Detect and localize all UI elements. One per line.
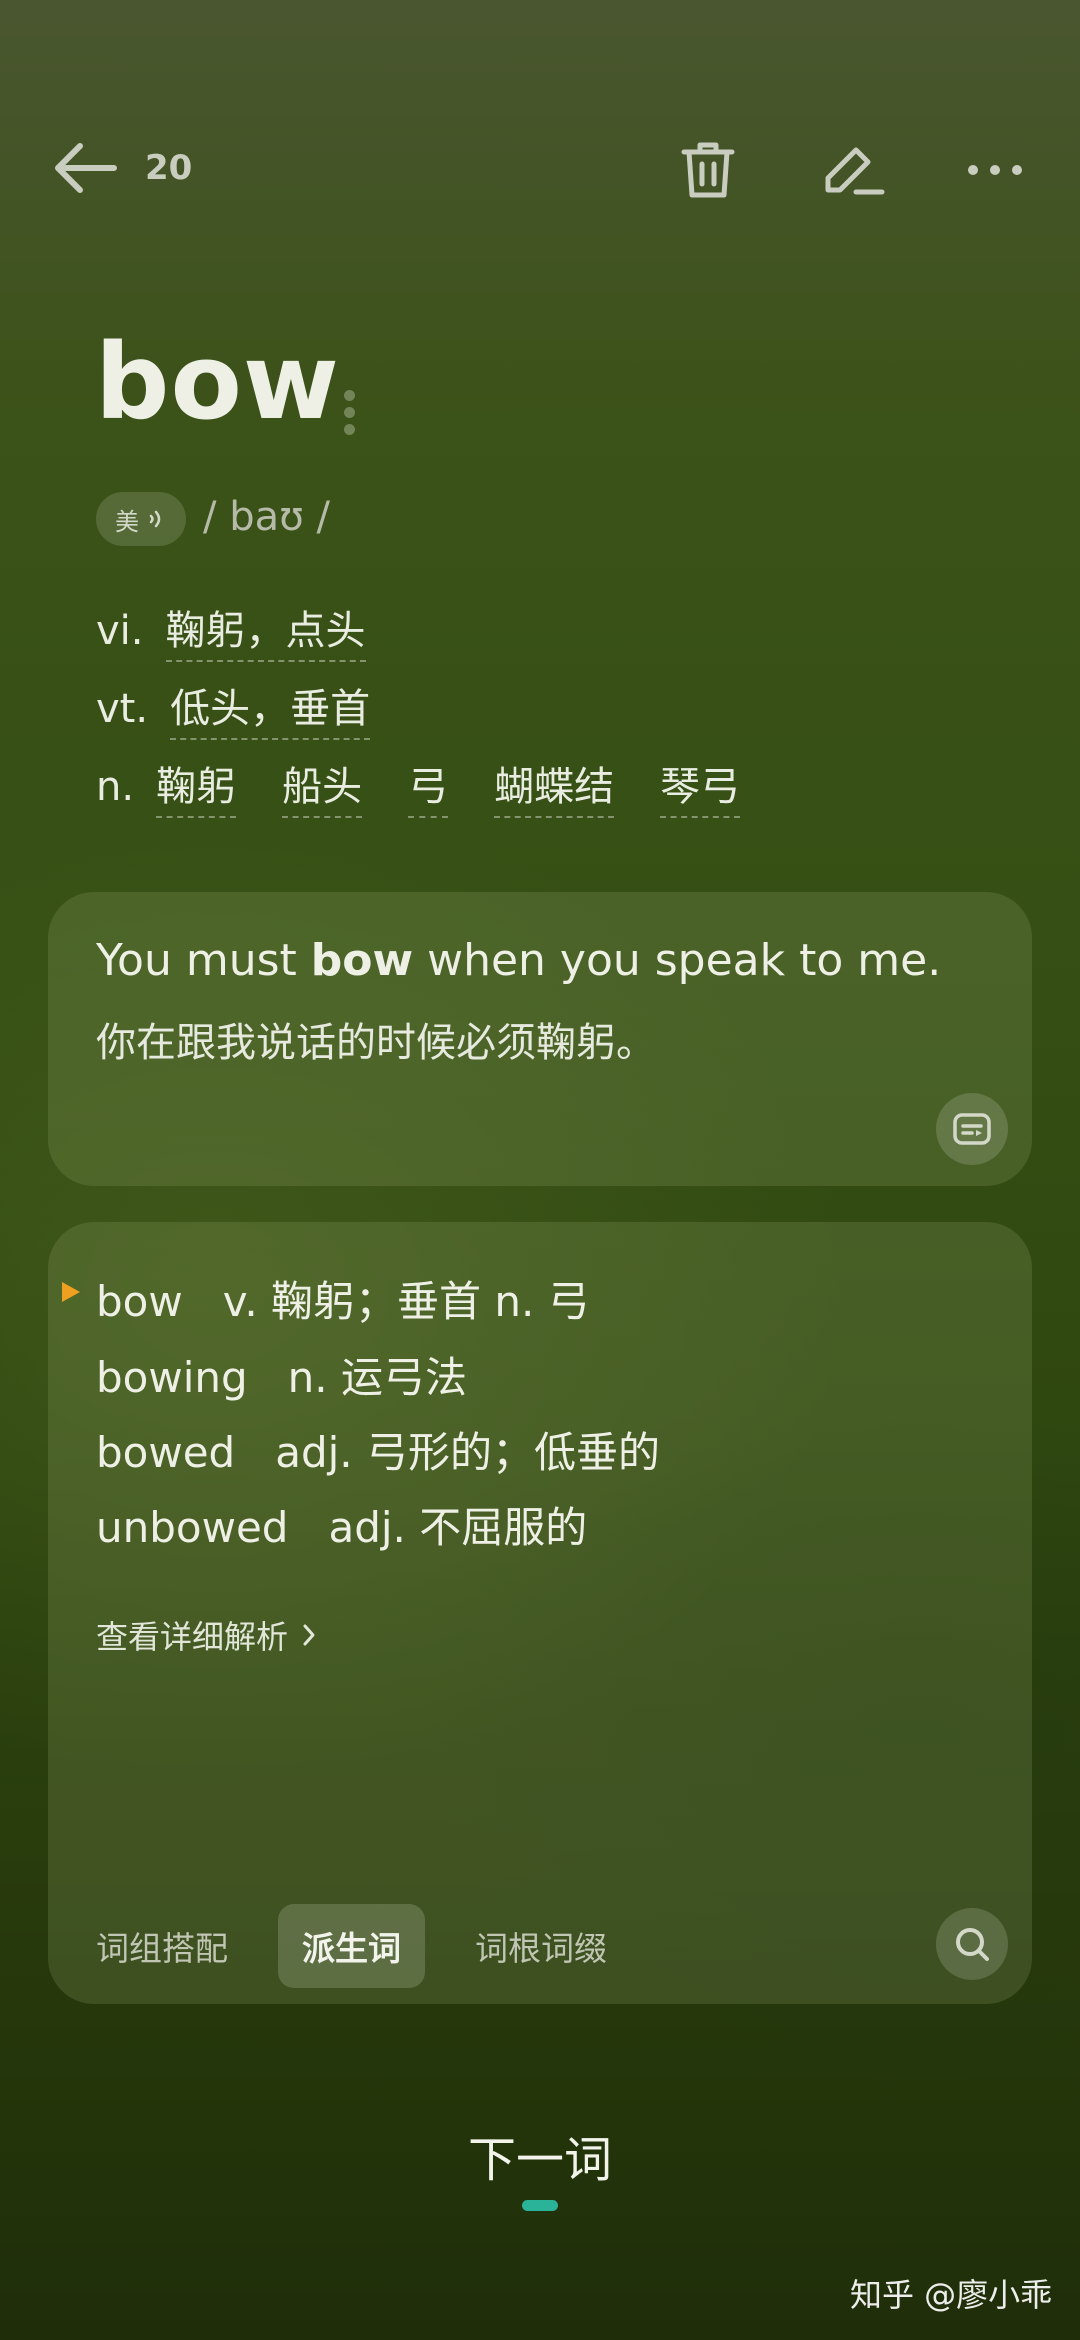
example-text: You must [96,935,311,986]
definition-meaning[interactable]: 鞠躬 [156,754,237,818]
play-marker-icon [62,1282,80,1302]
pronunciation-button[interactable]: 美 [96,492,186,546]
example-keyword: bow [310,935,414,986]
next-word-button[interactable]: 下一词 [0,2120,1080,2190]
definition-row: n. 鞠躬 船头 弓 蝴蝶结 琴弓 [96,754,741,818]
watermark: 知乎 @廖小乖 [850,2276,1053,2314]
derivatives-tabs: 词组搭配 派生词 词根词缀 [72,1904,631,1988]
video-subtitle-button[interactable] [936,1093,1008,1165]
video-subtitle-icon [953,1113,991,1145]
derivative-word: bowing [96,1353,248,1402]
edit-pencil-icon[interactable] [820,140,886,200]
definition-meaning[interactable]: 船头 [282,754,363,818]
definition-row: vt. 低头，垂首 [96,676,371,740]
next-indicator [522,2200,558,2211]
word-count: 20 [145,148,193,188]
derivative-word: bow [96,1277,183,1326]
derivative-meaning: v. 鞠躬；垂首 n. 弓 [222,1277,590,1326]
trash-icon[interactable] [680,140,736,200]
headword: bow [95,321,340,443]
chevron-right-icon [303,1624,315,1646]
more-options-icon[interactable] [965,150,1025,190]
derivative-meaning: adj. 弓形的；低垂的 [275,1428,660,1477]
definition-meaning[interactable]: 蝴蝶结 [494,754,615,818]
derivative-item[interactable]: bowed adj. 弓形的；低垂的 [96,1419,660,1480]
view-details-link[interactable]: 查看详细解析 [96,1612,316,1658]
definition-meaning[interactable]: 鞠躬，点头 [165,598,366,662]
phonetic: / baʊ / [203,494,330,540]
view-details-label: 查看详细解析 [96,1618,289,1656]
tab-phrases[interactable]: 词组搭配 [72,1904,252,1988]
derivative-word: bowed [96,1428,236,1477]
part-of-speech: vt. [96,686,149,732]
part-of-speech: n. [96,764,135,810]
accent-label: 美 [115,507,139,536]
definition-meaning[interactable]: 低头，垂首 [170,676,371,740]
derivative-meaning: adj. 不屈服的 [328,1503,588,1552]
definition-row: vi. 鞠躬，点头 [96,598,366,662]
back-arrow-icon[interactable] [50,138,120,198]
derivative-word: unbowed [96,1503,289,1552]
definition-meaning[interactable]: 琴弓 [660,754,741,818]
derivative-item[interactable]: unbowed adj. 不屈服的 [96,1494,587,1555]
example-sentence-zh: 你在跟我说话的时候必须鞠躬。 [96,1020,656,1066]
derivative-item[interactable]: bow v. 鞠躬；垂首 n. 弓 [96,1268,590,1329]
example-sentence-en: You must bow when you speak to me. [96,935,941,986]
speaker-icon [149,510,161,528]
drag-handle-icon[interactable] [344,390,358,440]
search-button[interactable] [936,1908,1008,1980]
tab-roots-affixes[interactable]: 词根词缀 [451,1904,631,1988]
tab-derivatives[interactable]: 派生词 [278,1904,425,1988]
derivative-item[interactable]: bowing n. 运弓法 [96,1344,467,1405]
derivative-meaning: n. 运弓法 [287,1353,467,1402]
definition-meaning[interactable]: 弓 [408,754,449,818]
part-of-speech: vi. [96,608,144,654]
example-text: when you speak to me. [413,935,942,986]
search-icon [956,1928,989,1961]
